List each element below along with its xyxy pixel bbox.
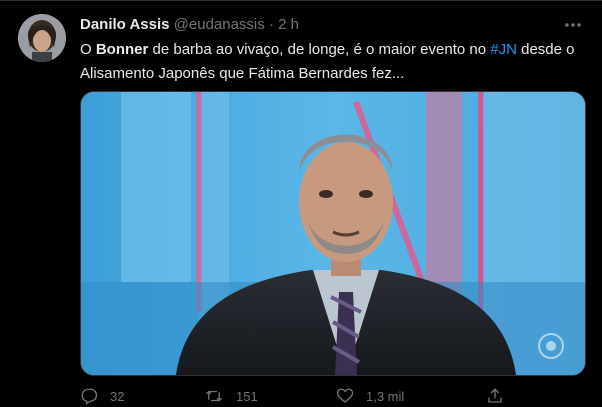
heart-icon	[336, 388, 354, 403]
more-options-button[interactable]	[562, 14, 584, 36]
tweet[interactable]: Danilo Assis @eudanassis · 2 h O Bonner …	[0, 0, 602, 406]
retweet-icon	[206, 390, 222, 402]
like-count: 1,3 mil	[366, 388, 405, 404]
avatar-image	[18, 14, 66, 62]
tweet-media[interactable]	[80, 91, 586, 376]
tweet-text: O Bonner de barba ao vivaço, de longe, é…	[80, 38, 585, 86]
timestamp[interactable]: 2 h	[278, 16, 299, 33]
mention-bold: Bonner	[95, 41, 149, 58]
retweet-button[interactable]: 151	[204, 385, 258, 407]
reply-count: 32	[110, 388, 125, 404]
reply-icon	[81, 388, 98, 405]
text-segment: O	[80, 41, 96, 58]
author-handle[interactable]: @eudanassis	[174, 16, 265, 33]
share-icon	[488, 388, 502, 403]
tweet-header: Danilo Assis @eudanassis · 2 h	[80, 15, 582, 35]
retweet-count: 151	[236, 388, 258, 404]
separator: ·	[268, 16, 274, 33]
tweet-actions: 32 151 1,3 mil	[80, 385, 585, 407]
more-icon	[565, 23, 581, 27]
author-name[interactable]: Danilo Assis	[80, 16, 169, 33]
reply-button[interactable]: 32	[80, 385, 124, 407]
news-anchor-photo	[81, 92, 585, 375]
text-segment: de barba ao vivaço, de longe, é o maior …	[148, 41, 491, 58]
avatar[interactable]	[18, 14, 66, 62]
hashtag-link[interactable]: #JN	[490, 41, 517, 58]
like-button[interactable]: 1,3 mil	[336, 385, 404, 407]
share-button[interactable]	[486, 385, 504, 407]
